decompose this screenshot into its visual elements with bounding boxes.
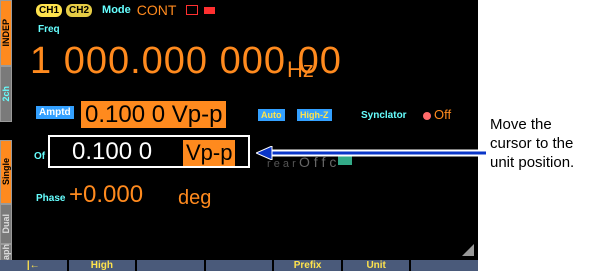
header-bar: CH1 CH2 Mode CONT: [36, 0, 216, 20]
softkey-4[interactable]: [205, 260, 273, 271]
softkey-bar: |← High Prefix Unit: [0, 260, 478, 271]
softkey-6[interactable]: Unit: [342, 260, 410, 271]
ch1-badge[interactable]: CH1: [36, 3, 63, 17]
amplitude-label: Amptd: [36, 106, 74, 119]
mode-value: CONT: [136, 2, 177, 18]
amplitude-field[interactable]: 0.100 0 Vp-p: [81, 100, 227, 128]
tab-2ch-label: 2ch: [1, 86, 11, 102]
annotation-line-3: unit position.: [490, 154, 575, 171]
ch2-badge[interactable]: CH2: [66, 3, 93, 17]
softkey-7[interactable]: [411, 260, 478, 271]
softkey-3[interactable]: [137, 260, 204, 271]
freq-unit: Hz: [287, 57, 314, 82]
tab-indep-label: INDEP: [1, 19, 11, 47]
synclator-state[interactable]: Off: [434, 107, 451, 122]
annotation-text: Move the cursor to the unit position.: [490, 115, 574, 172]
amplitude-value: 0.100 0 Vp-p: [85, 100, 223, 128]
tab-dual-label: Dual: [1, 214, 11, 234]
annotation-line-2: cursor to the: [490, 135, 574, 152]
annotation-line-1: Move the: [490, 116, 552, 133]
status-icon: [204, 6, 216, 14]
phase-unit: deg: [178, 187, 212, 209]
synclator-label: Synclator: [361, 110, 407, 121]
pointer-arrow-icon: [256, 146, 486, 160]
high-z-button[interactable]: High-Z: [297, 109, 332, 121]
phase-value[interactable]: +0.000: [69, 181, 143, 209]
softkey-2[interactable]: High: [68, 260, 136, 271]
instrument-screen: INDEP 2ch Single Dual Graph CH1 CH2 Mode…: [0, 0, 478, 271]
synclator-indicator-icon: [423, 112, 431, 120]
tab-dual[interactable]: Dual: [0, 204, 12, 244]
tab-2ch[interactable]: 2ch: [0, 66, 12, 122]
edit-unit-cursor[interactable]: Vp-p: [183, 140, 236, 166]
output-icon: [186, 5, 199, 15]
tab-single-label: Single: [1, 158, 11, 186]
freq-label: Freq: [38, 24, 60, 35]
softkey-1[interactable]: |←: [0, 260, 67, 271]
softkey-5[interactable]: Prefix: [274, 260, 341, 271]
offset-label: Of: [34, 151, 46, 162]
resize-corner-icon: [462, 244, 474, 256]
tab-single[interactable]: Single: [0, 140, 12, 204]
edit-value[interactable]: 0.100 0: [72, 138, 152, 166]
tab-indep[interactable]: INDEP: [0, 0, 12, 66]
mode-label: Mode: [102, 4, 131, 16]
auto-button[interactable]: Auto: [258, 109, 285, 121]
phase-label: Phase: [36, 193, 66, 204]
